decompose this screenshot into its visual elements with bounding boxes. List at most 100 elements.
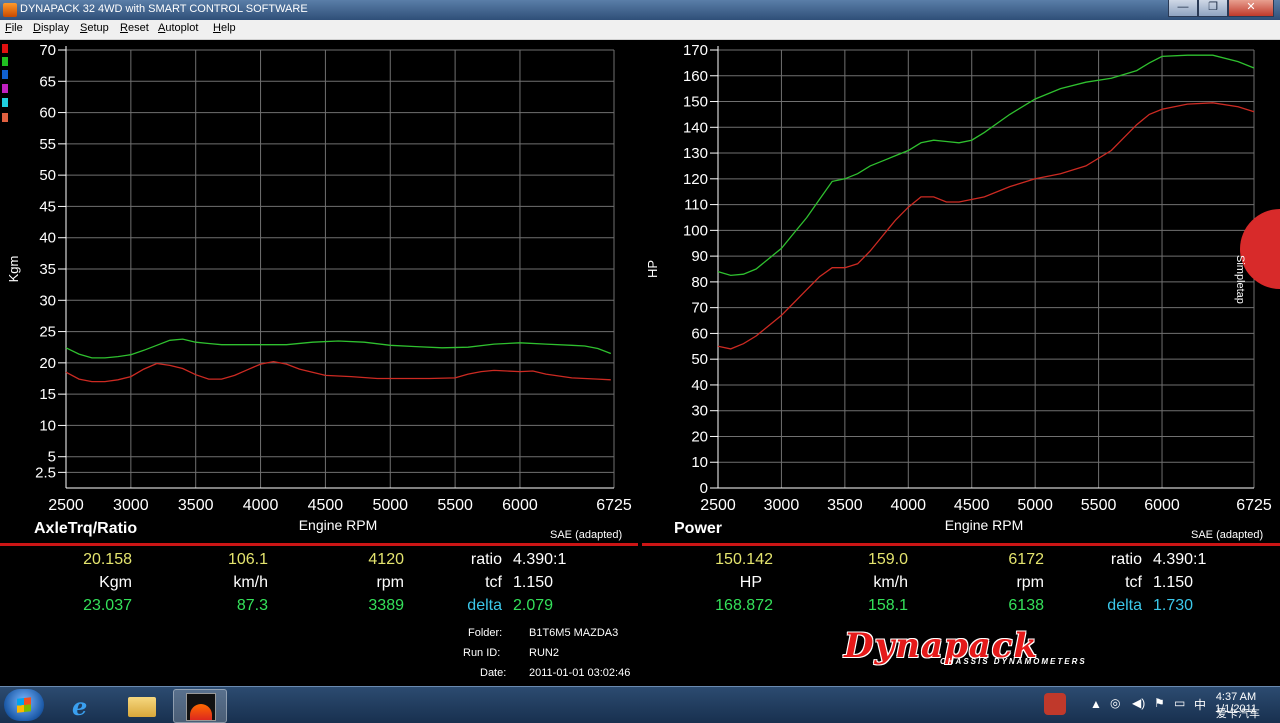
simpletap-label: Simpletap — [1234, 255, 1246, 304]
menu-setup[interactable]: Setup — [80, 22, 109, 34]
power-ytick-label: 80 — [691, 274, 708, 291]
start-button[interactable] — [4, 689, 44, 721]
power-series-red — [717, 102, 1255, 350]
input-method-icon[interactable]: 中 — [1194, 696, 1206, 713]
flag-icon[interactable]: ⚑ — [1154, 696, 1165, 710]
torque-value-1: 20.158 — [83, 551, 132, 568]
menu-file[interactable]: File — [5, 22, 23, 34]
menu-help[interactable]: Help — [213, 22, 236, 34]
tcf-label: tcf — [485, 574, 502, 591]
torque-ytick-label: 50 — [39, 167, 56, 184]
power-xtick-label: 5500 — [1081, 497, 1117, 514]
power-ytick-label: 10 — [691, 454, 708, 471]
power-xtick-label: 4500 — [954, 497, 990, 514]
title-bar: DYNAPACK 32 4WD with SMART CONTROL SOFTW… — [0, 0, 1280, 20]
menu-display[interactable]: Display — [33, 22, 69, 34]
power-xtick-label: 3000 — [764, 497, 800, 514]
close-button[interactable]: ✕ — [1228, 0, 1274, 17]
taskbar-explorer-button[interactable] — [115, 689, 167, 721]
torque-ytick-label: 5 — [48, 449, 56, 466]
rpm-unit: rpm — [376, 574, 404, 591]
power-ytick-label: 110 — [684, 197, 708, 214]
menu-autoplot[interactable]: Autoplot — [158, 22, 198, 34]
power-speed-unit: km/h — [873, 574, 908, 591]
minimize-button[interactable]: — — [1168, 0, 1198, 17]
power-series-green — [717, 54, 1255, 277]
torque-ytick-label: 2.5 — [35, 464, 56, 481]
window-title: DYNAPACK 32 4WD with SMART CONTROL SOFTW… — [20, 3, 308, 15]
power-ytick-label: 90 — [691, 248, 708, 265]
power-panel-title: Power — [674, 520, 723, 537]
torque-unit: Kgm — [99, 574, 132, 591]
ratio-value: 4.390:1 — [513, 551, 567, 568]
power-speed-value-1: 159.0 — [867, 551, 908, 568]
power-ytick-label: 160 — [683, 68, 708, 85]
power-tcf-value: 1.150 — [1153, 574, 1194, 591]
power-xtick-label: 5000 — [1017, 497, 1053, 514]
torque-xtick-label: 4500 — [308, 497, 344, 514]
speed-unit: km/h — [233, 574, 268, 591]
date-label: Date: — [480, 667, 507, 679]
dyno-charts: 2.55 10 15 20 25 30 35 40 45 50 55 60 65 70 2500 3000 35… — [6, 42, 1272, 533]
torque-y-axis-label: Kgm — [6, 256, 21, 283]
power-value-2: 168.872 — [715, 597, 773, 614]
power-ytick-label: 100 — [683, 222, 708, 239]
power-ytick-label: 50 — [691, 351, 708, 368]
rpm-value-1: 4120 — [368, 551, 404, 568]
torque-xtick-label: 6000 — [502, 497, 538, 514]
power-y-axis-label: HP — [645, 260, 660, 278]
power-divider — [642, 543, 1280, 546]
dynapack-logo: Dynapack CHASSIS DYNAMOMETERS — [838, 626, 1210, 672]
power-ratio-value: 4.390:1 — [1153, 551, 1207, 568]
power-tcf-label: tcf — [1125, 574, 1142, 591]
torque-ytick-label: 60 — [39, 105, 56, 122]
taskbar: e ▲ ◎ ◀) ⚑ ▭ 中 4:37 AM 1/1/2011 爱卡汽车 — [0, 686, 1280, 723]
torque-xtick-label: 3000 — [113, 497, 149, 514]
power-ytick-label: 150 — [683, 94, 708, 111]
power-ytick-label: 20 — [691, 428, 708, 445]
power-ytick-label: 40 — [691, 377, 708, 394]
torque-ytick-label: 70 — [39, 42, 56, 59]
run-id-label: Run ID: — [463, 647, 501, 659]
power-sae-label: SAE (adapted) — [1191, 529, 1264, 541]
show-hidden-icons-icon[interactable]: ▲ — [1090, 697, 1102, 711]
torque-xtick-label: 6725 — [596, 497, 632, 514]
clock-time: 4:37 AM — [1215, 691, 1257, 703]
power-xtick-label: 6725 — [1236, 497, 1272, 514]
tcf-value: 1.150 — [513, 574, 554, 591]
menu-bar: File Display Setup Reset Autoplot Help — [0, 20, 1280, 40]
torque-ytick-label: 20 — [39, 355, 56, 372]
torque-ytick-label: 45 — [39, 198, 56, 215]
power-xtick-label: 6000 — [1144, 497, 1180, 514]
app-icon — [3, 3, 17, 17]
taskbar-ie-button[interactable]: e — [58, 689, 110, 721]
torque-series-green — [65, 338, 612, 359]
delta-value: 2.079 — [513, 597, 554, 614]
torque-ytick-label: 35 — [39, 261, 56, 278]
run-id-value: RUN2 — [529, 647, 559, 659]
power-ytick-label: 0 — [700, 480, 708, 497]
torque-xtick-label: 5000 — [372, 497, 408, 514]
menu-reset[interactable]: Reset — [120, 22, 149, 34]
torque-value-2: 23.037 — [83, 597, 132, 614]
date-value: 2011-01-01 03:02:46 — [529, 667, 631, 679]
torque-x-axis-label: Engine RPM — [299, 517, 378, 533]
maximize-button[interactable]: ❐ — [1198, 0, 1228, 17]
power-rpm-value-1: 6172 — [1008, 551, 1044, 568]
speed-value-2: 87.3 — [236, 597, 268, 614]
torque-chart: 2.55 10 15 20 25 30 35 40 45 50 55 60 65 70 2500 3000 35… — [6, 42, 632, 533]
volume-icon[interactable]: ◀) — [1132, 696, 1145, 710]
action-center-icon[interactable] — [1044, 693, 1066, 715]
taskbar-dynapack-button[interactable] — [173, 689, 227, 723]
network-icon[interactable]: ◎ — [1110, 696, 1120, 710]
torque-xtick-label: 5500 — [437, 497, 473, 514]
power-xtick-label: 4000 — [890, 497, 926, 514]
power-ytick-label: 70 — [691, 300, 708, 317]
power-icon[interactable]: ▭ — [1174, 696, 1185, 710]
torque-ytick-label: 10 — [39, 417, 56, 434]
power-unit: HP — [739, 574, 762, 591]
dynapack-app-icon — [186, 693, 216, 721]
power-ytick-label: 170 — [683, 42, 708, 59]
torque-ytick-label: 25 — [39, 324, 56, 341]
internet-explorer-icon: e — [72, 692, 88, 721]
